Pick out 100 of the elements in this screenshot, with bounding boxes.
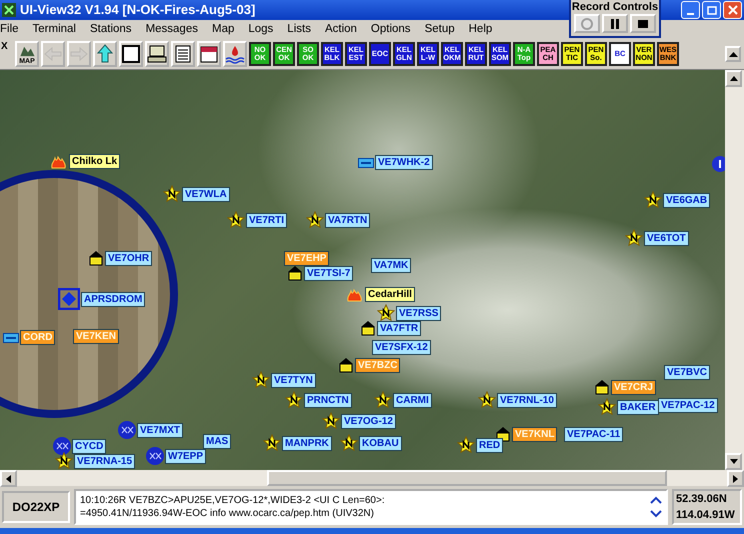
diamond-icon: [58, 288, 80, 310]
up-triangle-icon: [728, 50, 738, 56]
calendar-button[interactable]: [197, 40, 221, 66]
right-triangle-icon: [733, 474, 738, 482]
weather-station-icon: [53, 437, 71, 455]
station-label[interactable]: VA7MK: [371, 258, 412, 273]
station-label[interactable]: VE6TOT: [644, 230, 689, 246]
star-icon: [263, 434, 281, 452]
station-label[interactable]: CYCD: [72, 438, 106, 454]
info-icon: [712, 156, 725, 172]
station-label[interactable]: CARMI: [393, 392, 432, 408]
station-label[interactable]: VE7RSS: [396, 306, 442, 320]
station-label[interactable]: MANPRK: [282, 436, 332, 450]
station-label[interactable]: VE7MXT: [137, 422, 184, 438]
station-label[interactable]: Chilko Lk: [69, 154, 120, 168]
star-icon: [285, 391, 303, 409]
house-icon: [88, 250, 104, 266]
scrollbar-thumb[interactable]: [267, 470, 667, 486]
station-label[interactable]: CedarHill: [365, 286, 415, 302]
close-icon: [728, 5, 738, 15]
star-icon: [55, 452, 73, 470]
station-label[interactable]: RED: [476, 438, 504, 452]
star-icon: [340, 434, 358, 452]
scroll-down-icon: [650, 509, 662, 519]
left-triangle-icon: [6, 474, 11, 482]
star-icon: [377, 304, 395, 322]
station-label[interactable]: VE7SFX-12: [372, 340, 431, 355]
window-title: UI-View32 V1.94 [N-OK-Fires-Aug5-03]: [20, 2, 256, 17]
stop-button[interactable]: [630, 14, 656, 33]
locator-label: DO22XP: [2, 491, 70, 523]
station-label[interactable]: VE7PAC-12: [658, 398, 718, 413]
star-icon: [374, 391, 392, 409]
house-icon: [360, 320, 376, 336]
scroll-up-button[interactable]: [725, 46, 741, 62]
app-icon: [2, 3, 16, 17]
station-label[interactable]: VE7WLA: [182, 186, 230, 202]
station-label[interactable]: VE7OHR: [105, 250, 152, 266]
station-label[interactable]: VA7FTR: [377, 320, 422, 336]
scroll-left-button[interactable]: [0, 470, 17, 487]
computer-icon: [146, 42, 168, 64]
log-line: 10:10:26R VE7BZC>APU25E,VE7OG-12*,WIDE3-2 <UI C Len=60>:: [80, 494, 386, 507]
star-icon: [322, 412, 340, 430]
station-label[interactable]: VE7TSI-7: [304, 266, 354, 280]
scroll-right-button[interactable]: [727, 470, 744, 487]
menu-item[interactable]: Lists: [287, 23, 311, 35]
weather-station-icon: [118, 421, 136, 439]
up-button[interactable]: [93, 40, 117, 66]
weather-button[interactable]: [223, 40, 247, 66]
minimize-icon: [687, 13, 694, 15]
station-label[interactable]: KOBAU: [359, 436, 402, 450]
house-icon: [287, 265, 303, 281]
computer-button[interactable]: [145, 40, 169, 66]
scroll-up-button[interactable]: [725, 70, 742, 87]
station-label[interactable]: MAS: [203, 434, 232, 449]
station-label[interactable]: W7EPP: [165, 448, 206, 464]
longitude-label: 114.04.91W: [676, 508, 736, 523]
record-icon: [580, 16, 594, 30]
star-icon: [644, 191, 662, 209]
maximize-button[interactable]: [702, 1, 721, 19]
station-label[interactable]: BAKER: [617, 400, 659, 414]
station-label[interactable]: VE7RNA-15: [74, 454, 136, 468]
station-label[interactable]: VE7WHK-2: [375, 155, 433, 170]
list-button[interactable]: [171, 40, 195, 66]
pause-button[interactable]: [602, 14, 628, 33]
close-button[interactable]: [723, 1, 742, 19]
menu-item[interactable]: Action: [324, 23, 357, 35]
scroll-down-button[interactable]: [725, 453, 742, 470]
vertical-scrollbar[interactable]: [725, 70, 744, 470]
menu-item[interactable]: Help: [468, 23, 492, 35]
menu-item[interactable]: File: [0, 23, 19, 35]
house-icon: [594, 379, 610, 395]
star-icon: [252, 371, 270, 389]
star-icon: [163, 185, 181, 203]
menu-item[interactable]: Logs: [248, 23, 274, 35]
menu-item[interactable]: Stations: [90, 23, 132, 35]
menu-item[interactable]: Terminal: [32, 23, 76, 35]
log-line: =4950.41N/11936.94W-EOC info www.ocarc.ca/pep.htm (UIV32N): [80, 507, 375, 520]
station-label[interactable]: VE7OG-12: [341, 414, 396, 428]
satellite-map-placeholder[interactable]: [0, 70, 725, 470]
window-button[interactable]: [119, 40, 143, 66]
station-label[interactable]: VE7RTI: [246, 212, 288, 228]
eoc-icon: [358, 158, 374, 168]
minimize-button[interactable]: [681, 1, 700, 19]
star-icon: [227, 211, 245, 229]
station-label[interactable]: VE7TYN: [271, 372, 316, 388]
station-label[interactable]: VE7PAC-11: [564, 427, 624, 442]
menu-item[interactable]: Map: [212, 23, 234, 35]
menu-item[interactable]: Setup: [424, 23, 455, 35]
star-icon: [478, 391, 496, 409]
station-label[interactable]: VE6GAB: [663, 192, 710, 208]
latitude-label: 52.39.06N: [676, 492, 728, 507]
station-label[interactable]: VA7RTN: [325, 212, 370, 228]
station-label[interactable]: PRNCTN: [304, 392, 352, 408]
station-label[interactable]: APRSDROM: [81, 292, 146, 306]
menu-item[interactable]: Options: [370, 23, 411, 35]
menu-item[interactable]: Messages: [146, 23, 198, 35]
horizontal-scrollbar[interactable]: [0, 470, 744, 486]
up-arrow-icon: [94, 42, 116, 64]
station-label[interactable]: VE7BVC: [664, 365, 710, 380]
station-label[interactable]: VE7RNL-10: [497, 392, 557, 408]
